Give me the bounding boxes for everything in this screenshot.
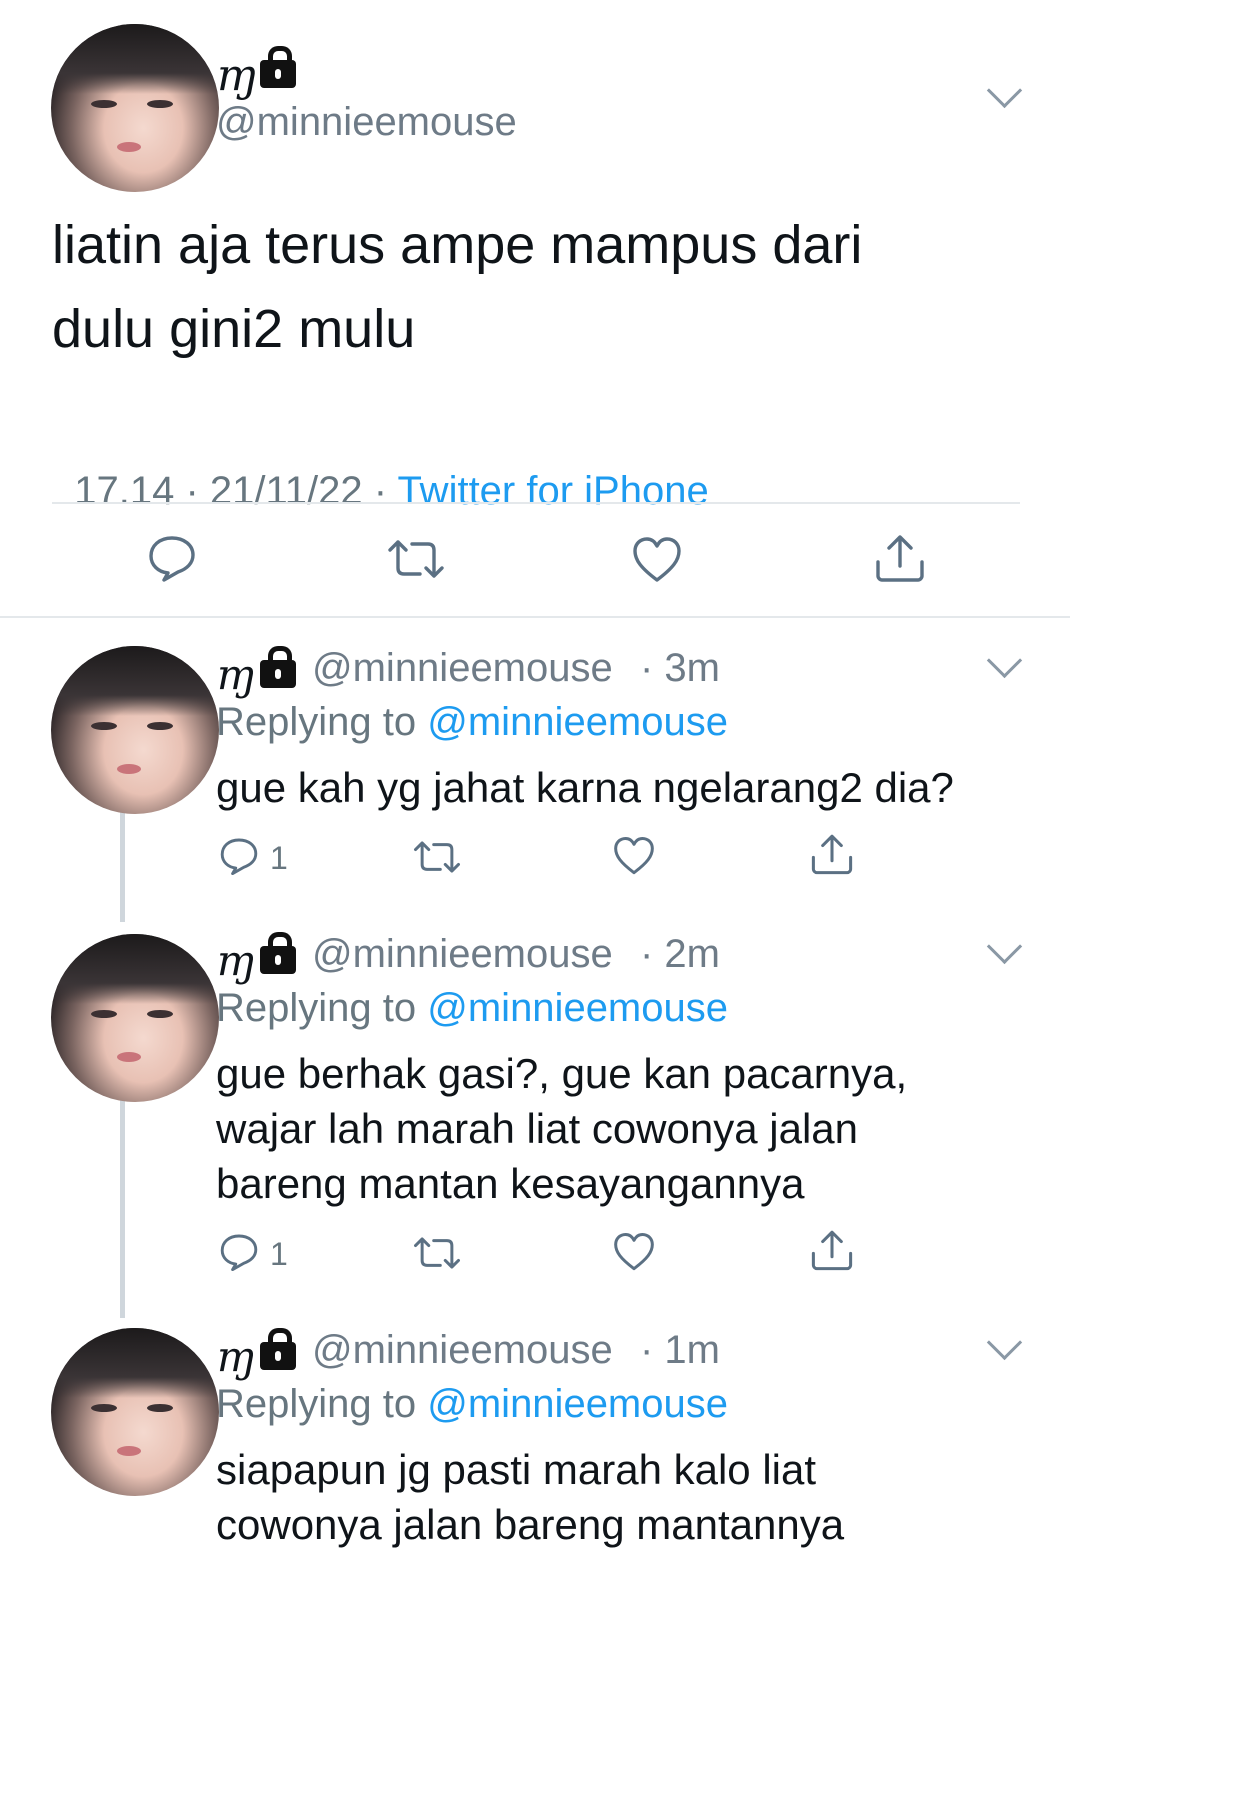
avatar[interactable]	[51, 646, 219, 814]
lock-icon	[260, 646, 296, 688]
avatar[interactable]	[51, 934, 219, 1102]
avatar-hair	[51, 646, 219, 716]
avatar-eye	[91, 722, 117, 730]
tweet-date: 21/11/22	[209, 469, 363, 513]
like-icon[interactable]	[612, 1232, 656, 1272]
avatar[interactable]	[51, 1328, 219, 1496]
retweet-icon[interactable]	[412, 838, 462, 876]
user-handle[interactable]: @minnieemouse	[312, 646, 613, 691]
avatar-hair	[51, 934, 219, 1004]
thread-line	[120, 800, 125, 922]
avatar-lips	[117, 764, 141, 774]
user-handle[interactable]: @minnieemouse	[312, 932, 613, 977]
tweet-age: · 3m	[640, 646, 720, 690]
lock-icon	[260, 1328, 296, 1370]
tweet-age: · 1m	[640, 1328, 720, 1372]
meta-separator: ·	[362, 469, 398, 513]
display-name[interactable]: ɱ	[216, 936, 256, 985]
tweet-text-line: bareng mantan kesayangannya	[216, 1160, 805, 1207]
replying-to: Replying to @minnieemouse	[216, 1382, 728, 1427]
display-name[interactable]: ɱ	[216, 50, 258, 101]
tweet-text-line: wajar lah marah liat cowonya jalan	[216, 1105, 858, 1152]
chevron-down-icon[interactable]	[986, 928, 1023, 965]
avatar-lips	[117, 1446, 141, 1456]
avatar-hair	[51, 1328, 219, 1398]
divider	[0, 616, 1070, 618]
reply-icon[interactable]	[219, 1232, 259, 1272]
avatar-eye	[147, 100, 173, 108]
lock-icon	[260, 46, 296, 88]
tweet-text-line: siapapun jg pasti marah kalo liat	[216, 1446, 817, 1493]
chevron-down-icon[interactable]	[986, 72, 1023, 109]
avatar-eye	[91, 100, 117, 108]
replying-to: Replying to @minnieemouse	[216, 700, 728, 745]
replying-to: Replying to @minnieemouse	[216, 986, 728, 1031]
user-handle[interactable]: @minnieemouse	[216, 100, 517, 145]
replying-to-label: Replying to	[216, 700, 417, 744]
avatar-eye	[91, 1404, 117, 1412]
chevron-down-icon[interactable]	[986, 1324, 1023, 1361]
display-name[interactable]: ɱ	[216, 1332, 256, 1381]
tweet-source-link[interactable]: Twitter for iPhone	[397, 469, 708, 513]
lock-icon	[260, 932, 296, 974]
replying-to-label: Replying to	[216, 986, 417, 1030]
like-icon[interactable]	[612, 836, 656, 876]
avatar-eye	[147, 1010, 173, 1018]
tweet-text-line: gue berhak gasi?, gue kan pacarnya,	[216, 1050, 908, 1097]
tweet-age: · 2m	[640, 932, 720, 976]
user-handle[interactable]: @minnieemouse	[312, 1328, 613, 1373]
replying-to-label: Replying to	[216, 1382, 417, 1426]
share-icon[interactable]	[810, 832, 854, 876]
tweet-text-line: dulu gini2 mulu	[52, 299, 416, 359]
meta-separator: ·	[174, 469, 210, 513]
reply-icon[interactable]	[219, 836, 259, 876]
tweet-time: 17.14	[74, 469, 175, 513]
avatar-lips	[117, 142, 141, 152]
replying-to-handle[interactable]: @minnieemouse	[427, 700, 728, 744]
reply-count: 1	[270, 1236, 288, 1272]
avatar-lips	[117, 1052, 141, 1062]
reply-count: 1	[270, 840, 288, 876]
replying-to-handle[interactable]: @minnieemouse	[427, 1382, 728, 1426]
tweet-meta: 17.14 · 21/11/22 · Twitter for iPhone	[52, 424, 708, 514]
thread-line	[120, 1090, 125, 1318]
retweet-icon[interactable]	[386, 536, 446, 582]
share-icon[interactable]	[874, 532, 926, 584]
like-icon[interactable]	[631, 536, 683, 584]
replying-to-handle[interactable]: @minnieemouse	[427, 986, 728, 1030]
tweet-text-line: cowonya jalan bareng mantannya	[216, 1501, 845, 1548]
display-name[interactable]: ɱ	[216, 650, 256, 699]
retweet-icon[interactable]	[412, 1234, 462, 1272]
avatar-hair	[51, 24, 219, 94]
reply-icon[interactable]	[147, 534, 197, 582]
chevron-down-icon[interactable]	[986, 642, 1023, 679]
share-icon[interactable]	[810, 1228, 854, 1272]
avatar-eye	[91, 1010, 117, 1018]
avatar[interactable]	[51, 24, 219, 192]
tweet-text-line: gue kah yg jahat karna ngelarang2 dia?	[216, 764, 954, 811]
tweet-text-line: liatin aja terus ampe mampus dari	[52, 215, 863, 275]
divider	[52, 502, 1020, 504]
avatar-eye	[147, 1404, 173, 1412]
avatar-eye	[147, 722, 173, 730]
